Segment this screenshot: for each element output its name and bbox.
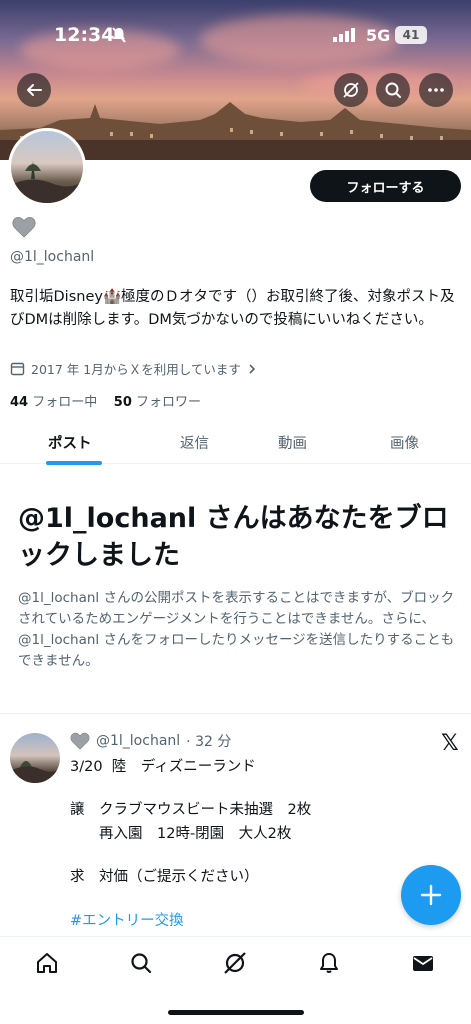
- post-line: 再入園 12時-閉園 大人2枚: [70, 826, 292, 842]
- more-button[interactable]: [419, 73, 453, 107]
- tab-posts[interactable]: ポスト: [48, 432, 92, 453]
- blocked-title: @1l_lochanl さんはあなたをブロックしました: [18, 503, 449, 571]
- search-icon: [131, 953, 152, 974]
- following-count: 44: [10, 395, 29, 410]
- x-logo-icon: 𝕏: [441, 731, 459, 756]
- profile-tabs: ポスト 返信 動画 画像: [0, 420, 471, 465]
- tab-replies[interactable]: 返信: [180, 432, 209, 453]
- following-link[interactable]: 44 フォロー中: [10, 395, 97, 410]
- nav-notifications[interactable]: [315, 949, 343, 977]
- home-icon: [37, 953, 57, 973]
- joined-date[interactable]: 2017 年 1月からＸを利用しています: [10, 359, 257, 378]
- post-hashtag[interactable]: #エントリー交換: [70, 909, 184, 930]
- avatar-image: [10, 761, 60, 783]
- nav-grok[interactable]: [221, 949, 249, 977]
- status-time: 12:34: [54, 24, 115, 46]
- grey-heart-icon: [70, 732, 90, 750]
- bell-icon: [320, 953, 338, 973]
- mail-icon: [413, 956, 433, 971]
- followers-label: フォロワー: [136, 395, 202, 410]
- divider: [0, 713, 471, 714]
- grok-button[interactable]: [334, 73, 368, 107]
- joined-text: 2017 年 1月からＸを利用しています: [31, 362, 241, 377]
- search-button[interactable]: [376, 73, 410, 107]
- arrow-left-icon: [27, 84, 42, 96]
- post-avatar[interactable]: [10, 733, 60, 783]
- active-tab-indicator: [46, 461, 102, 465]
- nav-search[interactable]: [127, 949, 155, 977]
- back-button[interactable]: [17, 73, 51, 107]
- signal-icon: [333, 28, 355, 42]
- more-icon: [428, 88, 444, 92]
- search-icon: [385, 82, 401, 98]
- status-bar: 12:34 5G 41: [0, 22, 471, 50]
- followers-count: 50: [113, 395, 132, 410]
- plus-icon: [420, 884, 442, 906]
- silent-bell-icon: [112, 27, 126, 43]
- tab-images[interactable]: 画像: [390, 432, 419, 453]
- nav-home[interactable]: [33, 949, 61, 977]
- avatar-image: [11, 161, 83, 203]
- nav-messages[interactable]: [409, 949, 437, 977]
- profile-avatar[interactable]: [8, 128, 86, 206]
- grok-icon: [224, 952, 246, 974]
- post-line: 求 対価（ご提示ください）: [70, 869, 259, 885]
- post-time: · 32 分: [186, 734, 232, 750]
- compose-button[interactable]: [401, 865, 461, 925]
- profile-bio: 取引垢Disney🏰極度のＤオタです（）お取引終了後、対象ポスト及びDMは削除し…: [10, 289, 455, 328]
- blocked-description: @1l_lochanl さんの公開ポストを表示することはできますが、ブロックされ…: [18, 590, 455, 669]
- followers-link[interactable]: 50 フォロワー: [114, 395, 201, 410]
- post-line: 3/20 陸 ディズニーランド: [70, 759, 256, 775]
- post-header: @1l_lochanl · 32 分: [70, 731, 231, 751]
- grok-icon: [343, 82, 359, 98]
- post-line: 譲 クラブマウスビート未抽選 2枚: [70, 802, 312, 818]
- battery-level: 41: [395, 26, 427, 44]
- following-label: フォロー中: [32, 395, 98, 410]
- network-type: 5G: [366, 26, 391, 45]
- grey-heart-icon: [12, 217, 36, 238]
- post-handle[interactable]: @1l_lochanl: [96, 733, 180, 749]
- follow-stats: 44 フォロー中 50 フォロワー: [10, 391, 201, 410]
- profile-handle: @1l_lochanl: [10, 249, 95, 265]
- home-indicator: [168, 1010, 304, 1015]
- tab-videos[interactable]: 動画: [278, 432, 307, 453]
- chevron-right-icon: [249, 363, 255, 374]
- follow-button[interactable]: フォローする: [310, 170, 461, 202]
- calendar-icon: [10, 362, 25, 376]
